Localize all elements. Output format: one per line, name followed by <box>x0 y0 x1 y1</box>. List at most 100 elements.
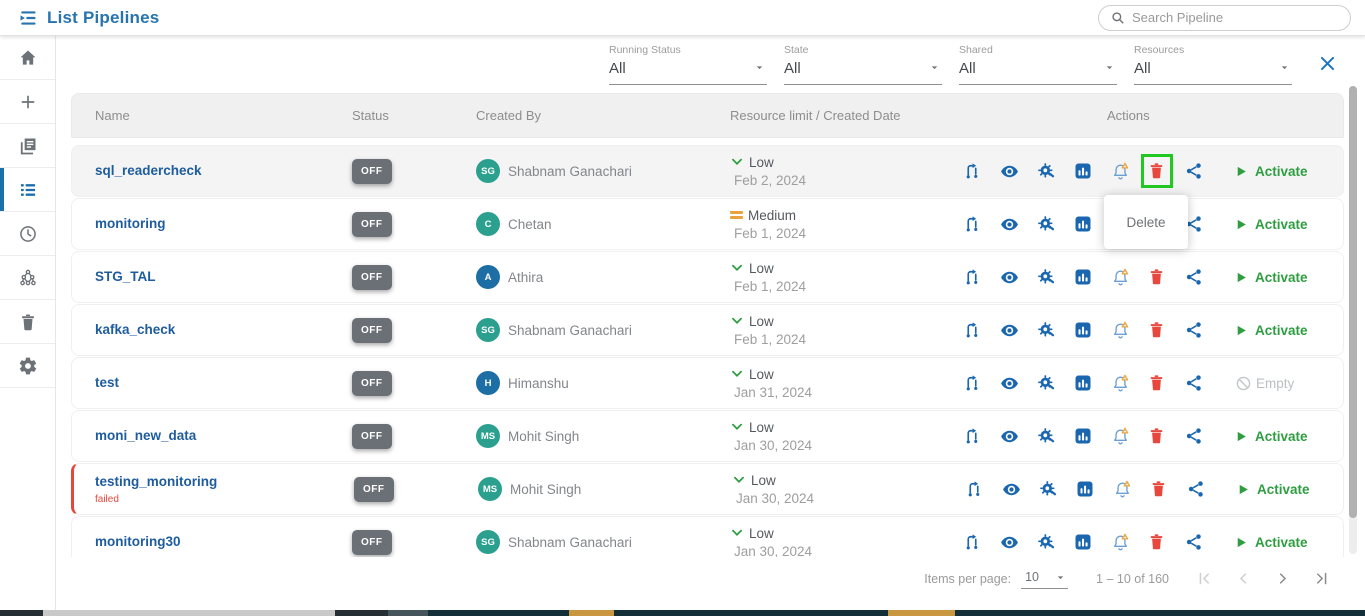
filter-label: State <box>784 44 942 56</box>
status-badge[interactable]: OFF <box>352 159 392 184</box>
pipeline-name-link[interactable]: sql_readercheck <box>95 163 202 178</box>
search-input[interactable] <box>1132 10 1338 25</box>
delete-trash-icon[interactable] <box>1148 162 1166 180</box>
sidebar-item-history[interactable] <box>0 212 55 256</box>
rerun-flow-icon[interactable] <box>963 162 981 180</box>
alert-bell-icon[interactable] <box>1111 533 1129 551</box>
view-eye-icon[interactable] <box>1002 480 1020 498</box>
rerun-flow-icon[interactable] <box>963 374 981 392</box>
activate-button[interactable]: Activate <box>1235 270 1308 285</box>
gear-search-icon[interactable] <box>1037 215 1055 233</box>
share-icon[interactable] <box>1185 162 1203 180</box>
view-eye-icon[interactable] <box>1000 215 1018 233</box>
status-badge[interactable]: OFF <box>352 530 392 555</box>
activate-button[interactable]: Activate <box>1237 482 1310 497</box>
gear-search-icon[interactable] <box>1037 427 1055 445</box>
status-badge[interactable]: OFF <box>352 265 392 290</box>
gear-search-icon[interactable] <box>1037 321 1055 339</box>
pipeline-name-link[interactable]: kafka_check <box>95 322 175 337</box>
filter-shared[interactable]: Shared All <box>959 44 1117 85</box>
pipeline-name-link[interactable]: monitoring <box>95 216 166 231</box>
alert-bell-icon[interactable] <box>1111 268 1129 286</box>
share-icon[interactable] <box>1185 321 1203 339</box>
sidebar-item-documents[interactable] <box>0 124 55 168</box>
sidebar-item-settings[interactable] <box>0 344 55 388</box>
alert-bell-icon[interactable] <box>1111 374 1129 392</box>
activate-button[interactable]: Activate <box>1235 323 1308 338</box>
alert-bell-icon[interactable] <box>1111 427 1129 445</box>
search-pipeline[interactable] <box>1098 5 1351 31</box>
view-eye-icon[interactable] <box>1000 374 1018 392</box>
rerun-flow-icon[interactable] <box>963 427 981 445</box>
scrollbar-track[interactable] <box>1349 86 1357 554</box>
delete-trash-icon[interactable] <box>1148 321 1166 339</box>
bar-chart-icon[interactable] <box>1074 533 1092 551</box>
share-icon[interactable] <box>1185 268 1203 286</box>
rerun-flow-icon[interactable] <box>963 268 981 286</box>
delete-trash-icon[interactable] <box>1148 268 1166 286</box>
delete-trash-icon[interactable] <box>1148 427 1166 445</box>
gear-search-icon[interactable] <box>1037 374 1055 392</box>
status-badge[interactable]: OFF <box>352 371 392 396</box>
bar-chart-icon[interactable] <box>1074 321 1092 339</box>
pipeline-name-link[interactable]: moni_new_data <box>95 428 196 443</box>
view-eye-icon[interactable] <box>1000 533 1018 551</box>
bar-chart-icon[interactable] <box>1074 427 1092 445</box>
activate-button[interactable]: Activate <box>1235 217 1308 232</box>
share-icon[interactable] <box>1185 374 1203 392</box>
alert-bell-icon[interactable] <box>1113 480 1131 498</box>
gear-search-icon[interactable] <box>1039 480 1057 498</box>
next-page-icon[interactable] <box>1275 571 1290 586</box>
share-icon[interactable] <box>1187 480 1205 498</box>
share-icon[interactable] <box>1185 533 1203 551</box>
table-row: monitoring30 OFF SG Shabnam Ganachari Lo… <box>71 516 1344 557</box>
view-eye-icon[interactable] <box>1000 427 1018 445</box>
activate-button[interactable]: Activate <box>1235 164 1308 179</box>
activate-button[interactable]: Activate <box>1235 535 1308 550</box>
first-page-icon[interactable] <box>1197 571 1212 586</box>
delete-trash-icon[interactable] <box>1148 374 1166 392</box>
bar-chart-icon[interactable] <box>1076 480 1094 498</box>
rerun-flow-icon[interactable] <box>963 215 981 233</box>
status-badge[interactable]: OFF <box>352 318 392 343</box>
filter-resources[interactable]: Resources All <box>1134 44 1292 85</box>
bar-chart-icon[interactable] <box>1074 268 1092 286</box>
status-badge[interactable]: OFF <box>354 477 394 502</box>
previous-page-icon[interactable] <box>1236 571 1251 586</box>
sidebar-item-list-pipelines[interactable] <box>0 168 55 212</box>
rerun-flow-icon[interactable] <box>965 480 983 498</box>
sidebar-item-connections[interactable] <box>0 256 55 300</box>
pipeline-name-link[interactable]: monitoring30 <box>95 534 181 549</box>
last-page-icon[interactable] <box>1314 571 1329 586</box>
view-eye-icon[interactable] <box>1000 268 1018 286</box>
bar-chart-icon[interactable] <box>1074 374 1092 392</box>
gear-search-icon[interactable] <box>1037 162 1055 180</box>
alert-bell-icon[interactable] <box>1111 162 1129 180</box>
pipeline-name-link[interactable]: test <box>95 375 119 390</box>
gear-search-icon[interactable] <box>1037 533 1055 551</box>
bar-chart-icon[interactable] <box>1074 215 1092 233</box>
sidebar-item-home[interactable] <box>0 36 55 80</box>
share-icon[interactable] <box>1185 427 1203 445</box>
items-per-page-select[interactable]: 10 <box>1021 568 1068 589</box>
view-eye-icon[interactable] <box>1000 321 1018 339</box>
rerun-flow-icon[interactable] <box>963 321 981 339</box>
delete-trash-icon[interactable] <box>1150 480 1168 498</box>
sidebar-item-create-new[interactable] <box>0 80 55 124</box>
status-badge[interactable]: OFF <box>352 424 392 449</box>
pipeline-name-link[interactable]: testing_monitoring <box>95 474 217 489</box>
scrollbar-thumb[interactable] <box>1349 86 1357 518</box>
rerun-flow-icon[interactable] <box>963 533 981 551</box>
gear-search-icon[interactable] <box>1037 268 1055 286</box>
filter-state[interactable]: State All <box>784 44 942 85</box>
alert-bell-icon[interactable] <box>1111 321 1129 339</box>
sidebar-item-trash[interactable] <box>0 300 55 344</box>
close-filters-icon[interactable] <box>1318 54 1337 78</box>
activate-button[interactable]: Activate <box>1235 429 1308 444</box>
bar-chart-icon[interactable] <box>1074 162 1092 180</box>
status-badge[interactable]: OFF <box>352 212 392 237</box>
pipeline-name-link[interactable]: STG_TAL <box>95 269 156 284</box>
filter-running-status[interactable]: Running Status All <box>609 44 767 85</box>
delete-trash-icon[interactable] <box>1148 533 1166 551</box>
view-eye-icon[interactable] <box>1000 162 1018 180</box>
